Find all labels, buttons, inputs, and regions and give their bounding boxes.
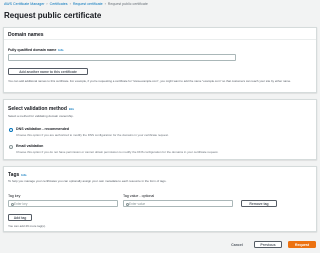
tag-value-label: Tag value - optional [123, 194, 155, 198]
page-title: Request public certificate [4, 11, 102, 20]
breadcrumb-certificates-link[interactable]: Certificates [50, 2, 68, 6]
domain-names-help-text: You can add additional names to this cer… [8, 79, 291, 83]
tag-value-placeholder: Enter value [129, 201, 146, 206]
fqdn-label: Fully qualified domain name Info [8, 48, 63, 52]
add-another-name-button[interactable]: Add another name to this certificate [8, 68, 88, 75]
tags-limit-text: You can add 49 more tag(s). [8, 224, 46, 228]
breadcrumb-separator: › [104, 2, 106, 6]
tags-info-link[interactable]: Info [21, 173, 26, 177]
fqdn-input[interactable] [8, 54, 236, 61]
add-tag-button[interactable]: Add tag [8, 214, 32, 221]
breadcrumb-current: Request public certificate [107, 2, 148, 6]
dns-validation-desc: Choose this option if you are authorized… [16, 133, 169, 137]
fqdn-info-link[interactable]: Info [58, 48, 63, 52]
tags-subtitle: To help you manage your certificates you… [8, 179, 167, 183]
fqdn-label-text: Fully qualified domain name [8, 48, 57, 52]
breadcrumb-request-link[interactable]: Request certificate [73, 2, 103, 6]
tags-title: Tags Info [8, 172, 26, 178]
validation-title-text: Select validation method [8, 106, 67, 112]
breadcrumb-acm-link[interactable]: AWS Certificate Manager [4, 2, 44, 6]
tags-panel: Tags Info To help you manage your certifi… [3, 166, 317, 232]
tag-value-input[interactable]: Enter value [123, 200, 233, 207]
search-icon [10, 202, 14, 206]
search-icon [125, 202, 129, 206]
email-validation-label[interactable]: Email validation [16, 144, 43, 148]
tags-title-text: Tags [8, 172, 20, 178]
tag-key-input[interactable]: Enter key [8, 200, 118, 207]
cancel-button[interactable]: Cancel [228, 241, 246, 248]
tag-key-label: Tag key [8, 194, 21, 198]
dns-validation-radio[interactable] [9, 127, 13, 132]
domain-names-title: Domain names [8, 31, 44, 38]
remove-tag-button[interactable]: Remove tag [241, 200, 277, 207]
email-validation-radio[interactable] [9, 144, 13, 149]
validation-title: Select validation method Info [8, 106, 74, 112]
email-validation-desc: Choose this option if you do not have pe… [16, 150, 219, 154]
previous-button[interactable]: Previous [254, 241, 282, 248]
domain-names-panel: Domain names Fully qualified domain name… [3, 27, 317, 93]
breadcrumb: AWS Certificate Manager › Certificates ›… [4, 2, 148, 6]
breadcrumb-separator: › [69, 2, 71, 6]
dns-validation-label[interactable]: DNS validation - recommended [16, 127, 69, 131]
validation-info-link[interactable]: Info [69, 107, 74, 111]
tag-key-placeholder: Enter key [14, 201, 28, 206]
validation-subtitle: Select a method for validating domain ow… [8, 114, 74, 118]
validation-panel: Select validation method Info Select a me… [3, 99, 317, 160]
breadcrumb-separator: › [46, 2, 48, 6]
request-button[interactable]: Request [288, 241, 316, 248]
domain-names-header: Domain names [4, 28, 316, 40]
